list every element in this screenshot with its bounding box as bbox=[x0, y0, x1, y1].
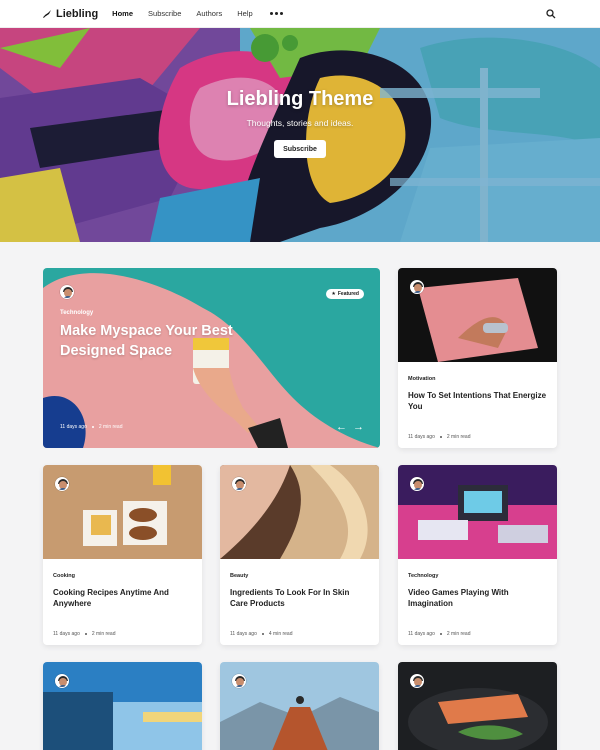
logo-text: Liebling bbox=[56, 7, 99, 20]
arrow-right-icon[interactable]: → bbox=[353, 421, 364, 433]
author-avatar[interactable] bbox=[410, 674, 424, 688]
post-tag[interactable]: Cooking bbox=[53, 573, 192, 579]
rocket-icon bbox=[43, 9, 51, 18]
featured-post-card[interactable]: ★ Featured Technology Make Myspace Your B… bbox=[43, 268, 380, 448]
featured-badge: ★ Featured bbox=[326, 289, 364, 299]
post-card[interactable]: Motivation How To Set Intentions That En… bbox=[398, 268, 557, 448]
hero-subtitle: Thoughts, stories and ideas. bbox=[246, 118, 354, 128]
featured-title[interactable]: Make Myspace Your Best Designed Space bbox=[60, 321, 300, 361]
post-meta: 11 days ago 2 min read bbox=[408, 434, 471, 440]
post-tag[interactable]: Technology bbox=[408, 573, 547, 579]
post-card[interactable] bbox=[220, 662, 379, 750]
author-avatar[interactable] bbox=[410, 477, 424, 491]
post-card[interactable]: Beauty Ingredients To Look For In Skin C… bbox=[220, 465, 379, 645]
search-icon[interactable] bbox=[546, 9, 556, 19]
more-menu-icon[interactable] bbox=[269, 12, 283, 15]
nav-subscribe[interactable]: Subscribe bbox=[148, 9, 181, 18]
post-meta: 11 days ago 2 min read bbox=[53, 631, 116, 637]
hero-subscribe-button[interactable]: Subscribe bbox=[274, 140, 326, 158]
featured-tag[interactable]: Technology bbox=[60, 310, 93, 316]
star-icon: ★ bbox=[331, 291, 336, 297]
post-title[interactable]: Cooking Recipes Anytime And Anywhere bbox=[53, 587, 192, 609]
post-title[interactable]: Ingredients To Look For In Skin Care Pro… bbox=[230, 587, 369, 609]
author-avatar[interactable] bbox=[410, 280, 424, 294]
post-title[interactable]: How To Set Intentions That Energize You bbox=[408, 390, 547, 412]
hero-banner: Liebling Theme Thoughts, stories and ide… bbox=[0, 28, 600, 242]
featured-author-avatar[interactable] bbox=[60, 285, 74, 299]
post-tag[interactable]: Motivation bbox=[408, 376, 547, 382]
nav-home[interactable]: Home bbox=[112, 9, 133, 18]
nav-help[interactable]: Help bbox=[237, 9, 252, 18]
post-meta: 11 days ago 2 min read bbox=[408, 631, 471, 637]
post-card[interactable]: Technology Video Games Playing With Imag… bbox=[398, 465, 557, 645]
featured-slider-arrows: ← → bbox=[336, 421, 364, 433]
author-avatar[interactable] bbox=[55, 674, 69, 688]
author-avatar[interactable] bbox=[232, 477, 246, 491]
post-card[interactable]: Cooking Cooking Recipes Anytime And Anyw… bbox=[43, 465, 202, 645]
post-card[interactable] bbox=[398, 662, 557, 750]
post-tag[interactable]: Beauty bbox=[230, 573, 369, 579]
featured-meta: 11 days ago 2 min read bbox=[60, 424, 123, 430]
author-avatar[interactable] bbox=[55, 477, 69, 491]
post-meta: 11 days ago 4 min read bbox=[230, 631, 293, 637]
nav-authors[interactable]: Authors bbox=[196, 9, 222, 18]
hero-graffiti-image bbox=[0, 28, 600, 242]
main-nav: Home Subscribe Authors Help bbox=[112, 9, 283, 18]
hero-title: Liebling Theme bbox=[226, 88, 374, 110]
author-avatar[interactable] bbox=[232, 674, 246, 688]
site-header: Liebling Home Subscribe Authors Help bbox=[0, 0, 600, 28]
post-card[interactable] bbox=[43, 662, 202, 750]
post-title[interactable]: Video Games Playing With Imagination bbox=[408, 587, 547, 609]
arrow-left-icon[interactable]: ← bbox=[336, 421, 347, 433]
site-logo[interactable]: Liebling bbox=[42, 8, 98, 20]
